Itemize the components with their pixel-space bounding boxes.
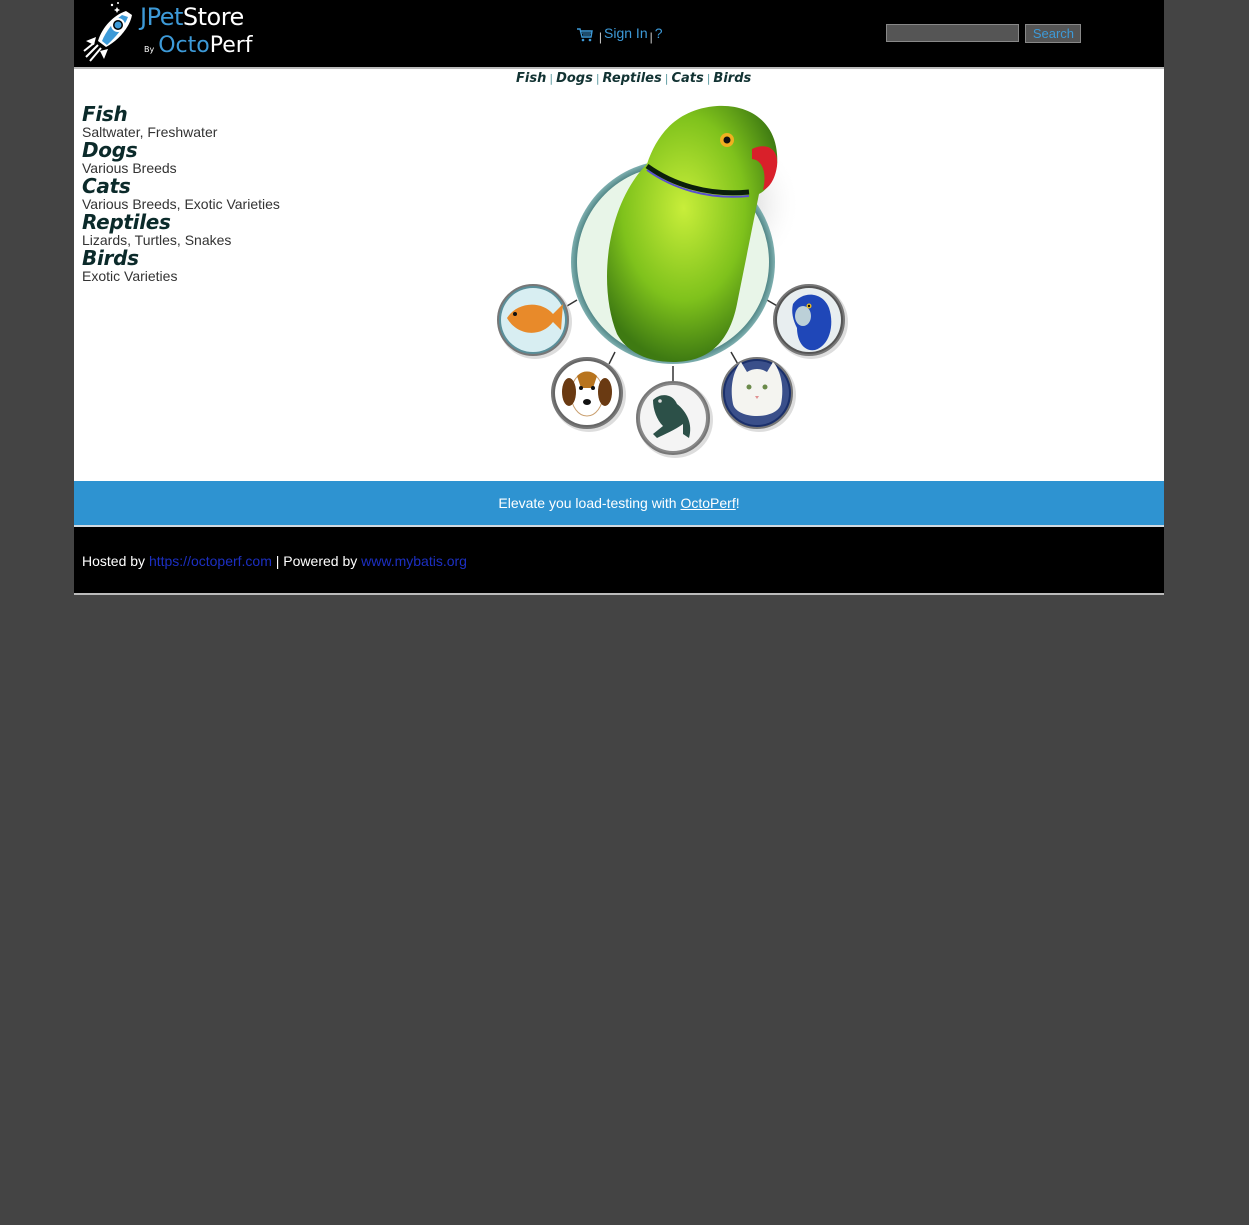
logo-subtitle: By OctoPerf xyxy=(144,33,253,58)
reptiles-map-link[interactable] xyxy=(636,381,713,458)
search-form: Search xyxy=(886,24,1082,43)
logo-jpet: JPet xyxy=(140,3,183,31)
rocket-logo-icon xyxy=(83,2,132,62)
logo-title: JPetStore xyxy=(140,3,244,31)
logo-perf: Perf xyxy=(209,33,253,58)
cats-map-link[interactable] xyxy=(721,357,796,432)
quick-links: Fish | Dogs | Reptiles | Cats | Birds xyxy=(516,71,751,86)
pet-image-map xyxy=(497,105,848,458)
banner-text-end: ! xyxy=(735,495,740,511)
logo-octo: Octo xyxy=(158,33,210,58)
dogs-map-link[interactable] xyxy=(551,357,626,432)
quicklink-separator: | xyxy=(595,72,600,85)
fish-map-link[interactable] xyxy=(497,284,572,359)
footer-powered-label: | Powered by xyxy=(271,553,362,569)
banner-octoperf-link[interactable]: OctoPerf xyxy=(680,495,735,511)
footer-octoperf-link[interactable]: https://octoperf.com xyxy=(149,553,272,569)
cat-icon xyxy=(731,362,783,416)
sidebar-desc-fish: Saltwater, Freshwater xyxy=(82,124,218,140)
quicklink-reptiles[interactable]: Reptiles xyxy=(603,71,662,86)
logo-link[interactable]: JPetStore By OctoPerf xyxy=(82,1,262,63)
sidebar-item-dogs: Dogs Various Breeds xyxy=(82,139,342,175)
menu-separator: | xyxy=(649,30,653,44)
category-sidebar: Fish Saltwater, Freshwater Dogs Various … xyxy=(82,103,342,283)
header-menu: | Sign In |? xyxy=(577,25,663,44)
footer-line: Hosted by https://octoperf.com | Powered… xyxy=(82,553,467,569)
logo-store: Store xyxy=(182,3,244,31)
sidebar-desc-reptiles: Lizards, Turtles, Snakes xyxy=(82,232,232,248)
sidebar-desc-birds: Exotic Varieties xyxy=(82,268,178,284)
quicklink-separator: | xyxy=(706,72,711,85)
banner-text: Elevate you load-testing with xyxy=(498,495,681,511)
birds-map-link[interactable] xyxy=(571,105,778,364)
quicklink-cats[interactable]: Cats xyxy=(671,71,703,86)
quicklink-birds[interactable]: Birds xyxy=(713,71,751,86)
promo-banner: Elevate you load-testing with OctoPerf! xyxy=(74,481,1164,527)
quicklink-separator: | xyxy=(549,72,554,85)
sidebar-item-birds: Birds Exotic Varieties xyxy=(82,247,342,283)
macaw-map-link[interactable] xyxy=(773,284,848,359)
cart-link[interactable] xyxy=(577,25,597,42)
search-input[interactable] xyxy=(886,24,1019,42)
sidebar-link-fish[interactable]: Fish xyxy=(82,103,342,125)
sidebar-desc-dogs: Various Breeds xyxy=(82,160,177,176)
menu-separator: | xyxy=(598,30,603,44)
page-container: JPetStore By OctoPerf | Sign In |? Search xyxy=(74,0,1164,595)
quicklink-separator: | xyxy=(664,72,669,85)
main-content: Fish | Dogs | Reptiles | Cats | Birds Fish Saltw… xyxy=(74,69,1164,481)
sidebar-link-dogs[interactable]: Dogs xyxy=(82,139,342,161)
sidebar-link-birds[interactable]: Birds xyxy=(82,247,342,269)
quicklink-dogs[interactable]: Dogs xyxy=(556,71,593,86)
footer-mybatis-link[interactable]: www.mybatis.org xyxy=(361,553,467,569)
help-link[interactable]: ? xyxy=(655,25,663,41)
sidebar-item-fish: Fish Saltwater, Freshwater xyxy=(82,103,342,139)
sidebar-item-reptiles: Reptiles Lizards, Turtles, Snakes xyxy=(82,211,342,247)
sidebar-link-cats[interactable]: Cats xyxy=(82,175,342,197)
sidebar-desc-cats: Various Breeds, Exotic Varieties xyxy=(82,196,280,212)
header: JPetStore By OctoPerf | Sign In |? Search xyxy=(74,0,1164,69)
quicklink-fish[interactable]: Fish xyxy=(516,71,546,86)
sidebar-item-cats: Cats Various Breeds, Exotic Varieties xyxy=(82,175,342,211)
search-button[interactable]: Search xyxy=(1025,24,1082,43)
footer: Hosted by https://octoperf.com | Powered… xyxy=(74,527,1164,595)
footer-hosted-label: Hosted by xyxy=(82,553,149,569)
shopping-cart-icon xyxy=(577,28,593,42)
logo-by: By xyxy=(144,45,155,54)
sign-in-link[interactable]: Sign In xyxy=(604,25,648,41)
sidebar-link-reptiles[interactable]: Reptiles xyxy=(82,211,342,233)
